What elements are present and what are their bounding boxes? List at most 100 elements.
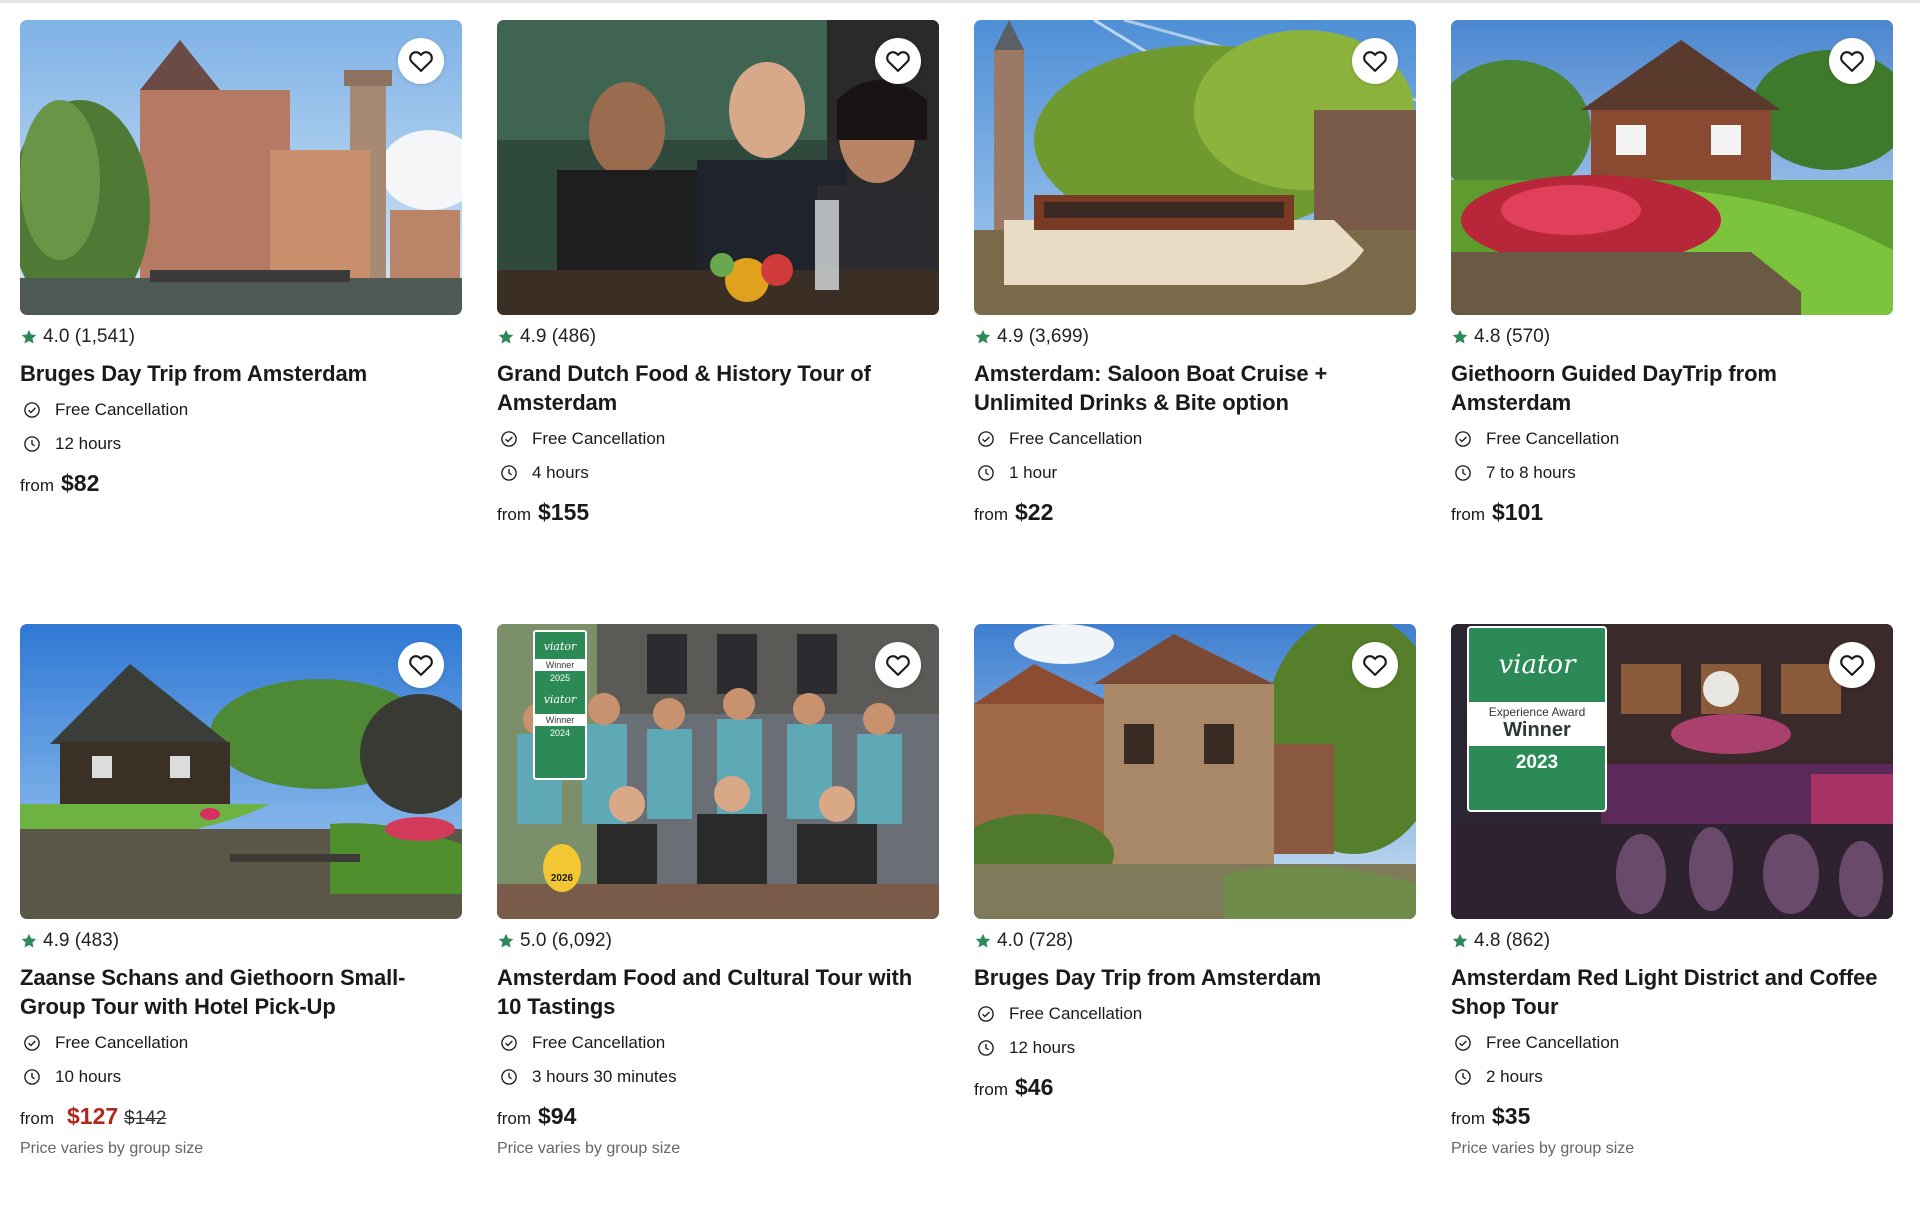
heart-icon xyxy=(886,655,910,676)
add-to-wishlist-button[interactable] xyxy=(875,38,921,84)
check-circle-icon xyxy=(1455,431,1471,447)
price-row: from $82 xyxy=(20,470,462,497)
price-row: from $35 xyxy=(1451,1103,1893,1130)
tour-image[interactable] xyxy=(20,20,462,315)
tour-card[interactable]: 4.9 (483) Zaanse Schans and Giethoorn Sm… xyxy=(20,624,462,1228)
award-label: Winner xyxy=(535,659,585,671)
price-amount: $101 xyxy=(1492,499,1544,525)
review-count: (1,541) xyxy=(74,326,135,347)
tour-image[interactable] xyxy=(974,624,1416,919)
award-year: 2023 xyxy=(1515,752,1559,773)
tour-card[interactable]: 4.0 (1,541) Bruges Day Trip from Amsterd… xyxy=(20,20,462,624)
tour-card[interactable]: 4.8 (570) Giethoorn Guided DayTrip from … xyxy=(1451,20,1893,624)
tour-results-grid: 4.0 (1,541) Bruges Day Trip from Amsterd… xyxy=(20,20,1893,1228)
tour-card[interactable]: 4.0 (728) Bruges Day Trip from Amsterdam… xyxy=(974,624,1416,1228)
from-label: from xyxy=(497,505,531,524)
tour-card[interactable]: viator Experience Award Winner 2023 4.8 … xyxy=(1451,624,1893,1228)
add-to-wishlist-button[interactable] xyxy=(1829,642,1875,688)
tour-title[interactable]: Grand Dutch Food & History Tour of Amste… xyxy=(497,359,939,417)
check-circle-icon xyxy=(24,402,40,418)
tour-card[interactable]: 4.9 (3,699) Amsterdam: Saloon Boat Cruis… xyxy=(974,20,1416,624)
feature-text: 3 hours 30 minutes xyxy=(532,1067,677,1086)
from-label: from xyxy=(1451,1109,1485,1128)
from-label: from xyxy=(974,1080,1008,1099)
feature-text: 12 hours xyxy=(1009,1038,1076,1057)
tour-title[interactable]: Amsterdam Red Light District and Coffee … xyxy=(1451,963,1893,1021)
feature-text: Free Cancellation xyxy=(55,1033,189,1052)
feature-text: Free Cancellation xyxy=(1486,1033,1620,1052)
tour-photo xyxy=(20,20,462,315)
sticker-year: 2026 xyxy=(550,873,574,884)
price-row: from $101 xyxy=(1451,499,1893,526)
price-note: Price varies by group size xyxy=(497,1140,681,1157)
duration-row: 2 hours xyxy=(1451,1065,1893,1089)
add-to-wishlist-button[interactable] xyxy=(398,642,444,688)
rating-value: 4.9 xyxy=(997,326,1024,347)
tour-title[interactable]: Amsterdam Food and Cultural Tour with 10… xyxy=(497,963,939,1021)
star-icon xyxy=(1452,933,1468,948)
sale-price: $127 xyxy=(67,1103,119,1129)
tour-card[interactable]: 4.9 (486) Grand Dutch Food & History Tou… xyxy=(497,20,939,624)
add-to-wishlist-button[interactable] xyxy=(1829,38,1875,84)
tour-title[interactable]: Giethoorn Guided DayTrip from Amsterdam xyxy=(1451,359,1893,417)
rating-row: 4.8 (570) xyxy=(1451,325,1893,349)
tour-title[interactable]: Bruges Day Trip from Amsterdam xyxy=(974,963,1416,992)
rating-value: 4.0 xyxy=(997,930,1024,951)
add-to-wishlist-button[interactable] xyxy=(875,642,921,688)
free-cancellation-row: Free Cancellation xyxy=(1451,1031,1893,1055)
rating-value: 4.8 xyxy=(1474,930,1501,951)
rating-row: 5.0 (6,092) xyxy=(497,929,939,953)
heart-icon xyxy=(1363,51,1387,72)
heart-icon xyxy=(409,655,433,676)
check-circle-icon xyxy=(24,1035,40,1051)
rating-row: 4.9 (483) xyxy=(20,929,462,953)
tour-image[interactable] xyxy=(1451,20,1893,315)
heart-icon xyxy=(1363,655,1387,676)
feature-text: 2 hours xyxy=(1486,1067,1543,1086)
tour-photo xyxy=(974,20,1416,315)
tour-image[interactable] xyxy=(20,624,462,919)
free-cancellation-row: Free Cancellation xyxy=(1451,427,1893,451)
tour-title[interactable]: Bruges Day Trip from Amsterdam xyxy=(20,359,462,388)
top-divider xyxy=(0,0,1920,3)
original-price: $142 xyxy=(124,1108,167,1129)
duration-row: 3 hours 30 minutes xyxy=(497,1065,939,1089)
award-badge: viator Winner 2025 viator Winner 2024 xyxy=(533,630,587,780)
check-circle-icon xyxy=(501,431,517,447)
check-circle-icon xyxy=(978,431,994,447)
tour-image[interactable]: viator Winner 2025 viator Winner 2024 20… xyxy=(497,624,939,919)
rating-value: 5.0 xyxy=(520,930,547,951)
free-cancellation-row: Free Cancellation xyxy=(20,1031,462,1055)
heart-icon xyxy=(886,51,910,72)
price-note: Price varies by group size xyxy=(1451,1140,1635,1157)
award-band: Experience Award Winner xyxy=(1469,702,1605,746)
award-brand: viator xyxy=(543,693,577,706)
free-cancellation-row: Free Cancellation xyxy=(497,1031,939,1055)
feature-text: Free Cancellation xyxy=(532,1033,666,1052)
price-amount: $94 xyxy=(538,1103,577,1129)
award-badge: viator Experience Award Winner 2023 xyxy=(1467,626,1607,812)
star-icon xyxy=(498,933,514,948)
add-to-wishlist-button[interactable] xyxy=(1352,38,1398,84)
award-label: Winner xyxy=(1503,719,1571,741)
award-label: Winner xyxy=(535,714,585,726)
review-count: (3,699) xyxy=(1028,326,1089,347)
tour-image[interactable]: viator Experience Award Winner 2023 xyxy=(1451,624,1893,919)
review-count: (862) xyxy=(1505,930,1551,951)
tour-card[interactable]: viator Winner 2025 viator Winner 2024 20… xyxy=(497,624,939,1228)
price-amount: $82 xyxy=(61,470,100,496)
tour-image[interactable] xyxy=(974,20,1416,315)
tour-image[interactable] xyxy=(497,20,939,315)
rating-row: 4.0 (728) xyxy=(974,929,1416,953)
star-icon xyxy=(975,933,991,948)
add-to-wishlist-button[interactable] xyxy=(1352,642,1398,688)
rating-value: 4.8 xyxy=(1474,326,1501,347)
tour-photo xyxy=(20,624,462,919)
add-to-wishlist-button[interactable] xyxy=(398,38,444,84)
award-year: 2025 xyxy=(549,673,571,683)
tour-title[interactable]: Zaanse Schans and Giethoorn Small-Group … xyxy=(20,963,462,1021)
feature-text: Free Cancellation xyxy=(1486,429,1620,448)
tour-title[interactable]: Amsterdam: Saloon Boat Cruise + Unlimite… xyxy=(974,359,1416,417)
feature-text: 7 to 8 hours xyxy=(1486,463,1576,482)
clock-icon xyxy=(1455,465,1471,481)
